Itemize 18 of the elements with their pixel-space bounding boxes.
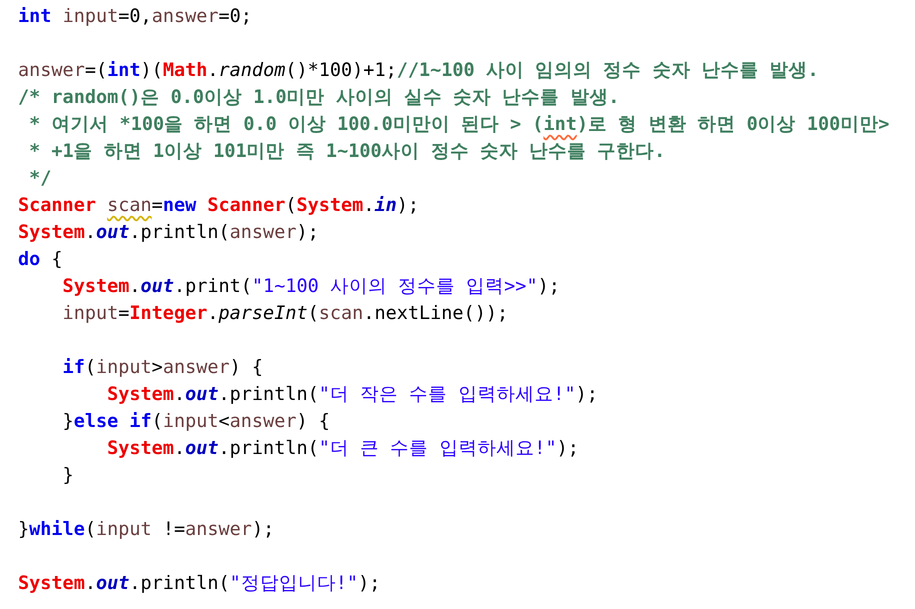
code-line: * 여기서 *100을 하면 0.0 이상 100.0미만이 된다 > (int)로 형 변환 하면 0이상 100미만>: [28, 113, 890, 137]
code-line: System.out.print("1~100 사이의 정수를 입력>>");: [62, 275, 560, 299]
code-line: Scanner scan=new Scanner(System.in);: [18, 194, 420, 218]
code-line: * +1을 하면 1이상 101미만 즉 1~100사이 정수 숫자 난수를 구한다.: [28, 140, 666, 164]
code-line: do {: [18, 248, 63, 272]
code-line: }while(input !=answer);: [18, 518, 274, 542]
code-line: answer=(int)(Math.random()*100)+1;//1~100 사이 임의의 정수 숫자 난수를 발생.: [18, 59, 819, 83]
code-line: /* random()은 0.0이상 1.0미만 사이의 실수 숫자 난수를 발생.: [18, 86, 620, 110]
code-line: int input=0,answer=0;: [18, 5, 252, 29]
code-line: }else if(input<answer) {: [62, 410, 330, 434]
code-line: if(input>answer) {: [62, 356, 264, 380]
code-line: System.out.println("더 작은 수를 입력하세요!");: [106, 383, 598, 407]
code-line: }: [62, 464, 74, 488]
code-line: input=Integer.parseInt(scan.nextLine());: [62, 302, 508, 326]
code-line: System.out.println(answer);: [18, 221, 319, 245]
code-line: */: [28, 167, 52, 191]
code-line: System.out.println("더 큰 수를 입력하세요!");: [106, 437, 579, 461]
code-line: System.out.println("정답입니다!");: [18, 572, 380, 596]
